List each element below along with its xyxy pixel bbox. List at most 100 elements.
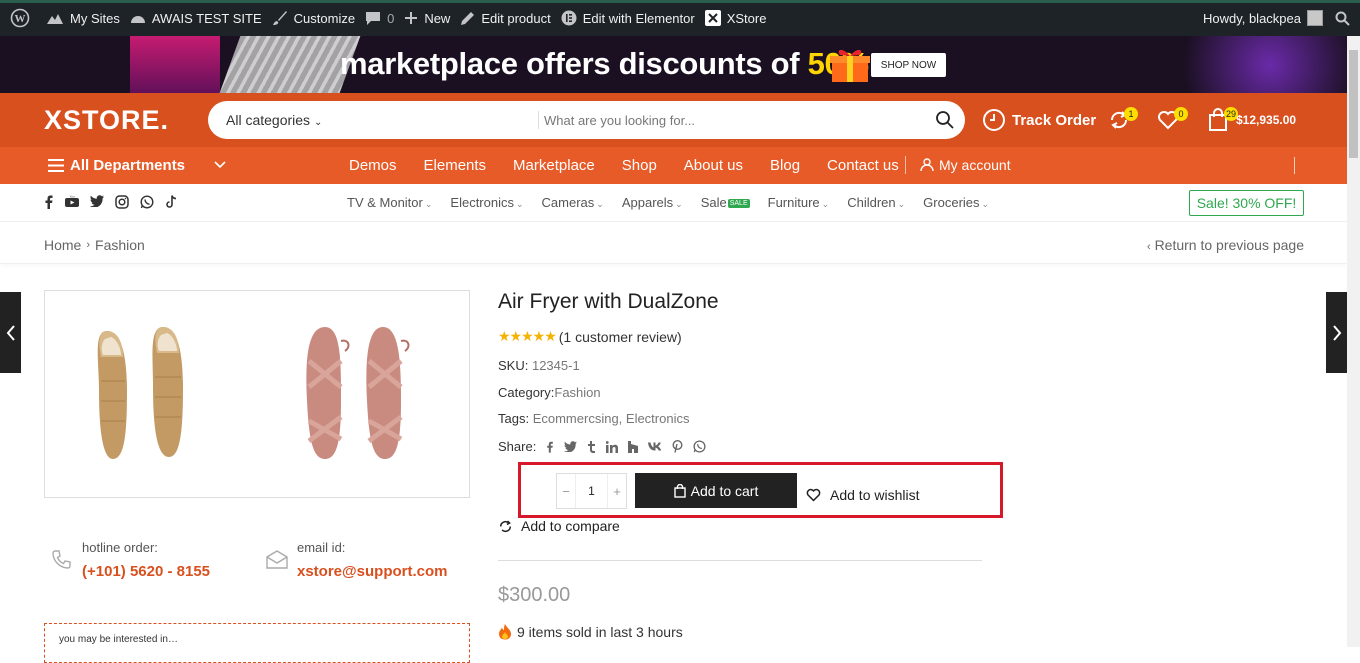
nav-demos[interactable]: Demos [349,157,397,174]
tags-links[interactable]: Ecommercsing, Electronics [533,411,690,426]
all-departments-button[interactable]: All Departments [48,157,185,174]
dashboard-icon [130,16,145,23]
category-sale-label: Sale [700,195,727,210]
category-groceries-label: Groceries [923,195,980,210]
clock-icon [983,109,1005,131]
sale-30-off-button[interactable]: Sale! 30% OFF! [1189,190,1304,216]
search-divider [538,111,539,129]
product-image-gallery[interactable] [44,290,470,498]
email-label: email id: [297,540,346,555]
shop-now-button[interactable]: SHOP NOW [871,53,946,77]
loafers-image [97,327,183,459]
nav-about-us[interactable]: About us [684,157,743,174]
category-cameras[interactable]: Cameras ⌄ [542,195,604,210]
whatsapp-icon[interactable] [693,440,706,453]
elementor-icon [561,10,577,26]
linkedin-icon[interactable] [606,440,619,453]
scrollbar-thumb[interactable] [1349,50,1358,158]
admin-edit-elementor-label: Edit with Elementor [582,10,695,26]
wishlist-button[interactable]: 0 [1157,93,1188,147]
track-order-link[interactable]: Track Order [982,93,1096,147]
promo-banner[interactable]: marketplace offers discounts of 50% SHOP… [0,36,1347,93]
quantity-increase-button[interactable]: + [608,474,626,508]
page-scrollbar[interactable] [1347,36,1360,647]
return-previous-link[interactable]: ‹ Return to previous page [1147,237,1304,253]
nav-marketplace[interactable]: Marketplace [513,157,595,174]
admin-my-sites[interactable]: My Sites [46,0,120,36]
category-electronics[interactable]: Electronics ⌄ [450,195,523,210]
add-to-cart-label: Add to cart [690,482,759,499]
admin-customize[interactable]: Customize [272,0,355,36]
admin-new[interactable]: New [404,0,450,36]
twitter-icon[interactable] [564,441,578,452]
contact-info: hotline order: (+101) 5620 - 8155 email … [50,540,470,590]
site-logo[interactable]: XSTORE. [44,105,169,136]
chevron-down-icon[interactable] [214,157,226,174]
search-icon[interactable] [935,110,955,130]
social-links: You [44,195,188,209]
category-electronics-label: Electronics [450,195,514,210]
hotline-label: hotline order: [82,540,158,555]
search-icon[interactable] [1335,11,1350,26]
tiktok-icon[interactable] [165,195,177,209]
nav-right-divider [1294,157,1295,174]
category-link[interactable]: Fashion [554,385,600,400]
quantity-decrease-button[interactable]: − [557,474,575,508]
phone-icon [52,550,71,569]
admin-edit-product-label: Edit product [481,10,551,26]
admin-edit-elementor[interactable]: Edit with Elementor [561,0,695,36]
nav-elements[interactable]: Elements [424,157,487,174]
search-input[interactable] [544,110,924,130]
twitter-icon[interactable] [90,195,104,209]
next-product-arrow[interactable] [1326,292,1347,373]
admin-xstore[interactable]: XStore [704,0,766,36]
admin-comments[interactable]: 0 [365,0,394,36]
avatar[interactable] [1307,10,1323,26]
youtube-icon[interactable]: You [65,195,79,209]
shopping-bag-icon [673,483,686,498]
facebook-icon[interactable] [44,195,54,209]
category-tv-monitor[interactable]: TV & Monitor ⌄ [347,195,432,210]
admin-site-name[interactable]: AWAIS TEST SITE [130,0,262,36]
review-count-link[interactable]: (1 customer review) [559,329,682,345]
category-groceries[interactable]: Groceries ⌄ [923,195,989,210]
pinterest-icon[interactable] [672,440,683,453]
wordpress-logo-icon[interactable]: W [10,0,36,36]
admin-comments-count: 0 [387,10,395,26]
compare-button[interactable]: 1 [1108,93,1138,147]
whatsapp-icon[interactable] [140,195,154,209]
tumblr-icon[interactable] [587,440,596,453]
houzz-icon[interactable] [628,440,639,453]
cart-button[interactable]: 29 $12,935.00 [1208,93,1296,147]
banner-gamepad-glow [1150,36,1347,93]
search-category-select[interactable]: All categories ⌄ [226,112,322,128]
my-account-link[interactable]: My account [920,157,1011,173]
breadcrumb-home[interactable]: Home [44,237,81,253]
vk-icon[interactable] [648,442,662,451]
add-to-cart-button[interactable]: Add to cart [635,473,797,508]
prev-product-arrow[interactable] [0,292,21,373]
nav-blog[interactable]: Blog [770,157,800,174]
hotline-number[interactable]: (+101) 5620 - 8155 [82,563,210,580]
category-apparels[interactable]: Apparels ⌄ [622,195,683,210]
category-label: Category: [498,385,555,400]
nav-shop[interactable]: Shop [622,157,657,174]
nav-contact-us[interactable]: Contact us [827,157,899,174]
admin-howdy[interactable]: Howdy, blackpea [1203,11,1301,26]
category-children[interactable]: Children ⌄ [847,195,905,210]
add-to-wishlist-label: Add to wishlist [830,487,920,503]
email-address[interactable]: xstore@support.com [297,563,447,580]
category-cameras-label: Cameras [541,195,595,210]
related-products-label: you may be interested in… [59,634,178,645]
admin-edit-product[interactable]: Edit product [460,0,551,36]
add-to-wishlist-button[interactable]: Add to wishlist [806,487,919,503]
quantity-input[interactable]: 1 [575,474,608,508]
return-previous-label: Return to previous page [1154,237,1304,253]
cart-amount: $12,935.00 [1236,113,1297,127]
category-sale[interactable]: Sale SALE [701,195,750,210]
facebook-icon[interactable] [546,441,554,453]
add-to-compare-button[interactable]: Add to compare [498,518,620,534]
category-furniture[interactable]: Furniture ⌄ [768,195,830,210]
instagram-icon[interactable] [115,195,129,209]
chevron-down-icon: ⌄ [821,199,830,209]
